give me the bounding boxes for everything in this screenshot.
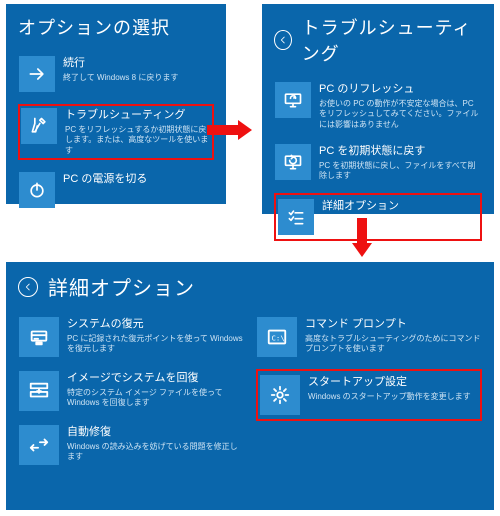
option-text: コマンド プロンプト 高度なトラブルシューティングのためにコマンド プロンプトを… xyxy=(305,317,481,355)
option-text: 詳細オプション xyxy=(322,199,399,214)
panel-header: オプションの選択 xyxy=(18,14,214,40)
option-title: PC の電源を切る xyxy=(63,173,147,187)
option-advanced[interactable]: 詳細オプション xyxy=(274,193,482,241)
option-title: イメージでシステムを回復 xyxy=(67,372,243,386)
option-title: PC を初期状態に戻す xyxy=(319,145,481,159)
option-text: 続行 終了して Windows 8 に戻ります xyxy=(63,56,178,83)
option-text: PC のリフレッシュ お使いの PC の動作が不安定な場合は、PC をリフレッシ… xyxy=(319,82,481,130)
panel-title: 詳細オプション xyxy=(48,272,195,301)
svg-text:C:\: C:\ xyxy=(272,334,285,343)
power-icon xyxy=(19,172,55,208)
option-text: スタートアップ設定 Windows のスタートアップ動作を変更します xyxy=(308,375,471,402)
col-right: C:\ コマンド プロンプト 高度なトラブルシューティングのためにコマンド プロ… xyxy=(256,315,482,477)
option-text: PC の電源を切る xyxy=(63,172,147,187)
option-text: PC を初期状態に戻す PC を初期状態に戻し、ファイルをすべて削除します xyxy=(319,144,481,182)
back-icon[interactable] xyxy=(274,30,292,50)
option-desc: 高度なトラブルシューティングのためにコマンド プロンプトを使います xyxy=(305,334,481,355)
option-title: トラブルシューティング xyxy=(65,109,211,123)
tools-icon xyxy=(21,108,57,144)
option-title: システムの復元 xyxy=(67,318,243,332)
option-shutdown[interactable]: PC の電源を切る xyxy=(18,170,214,210)
panel-header: トラブルシューティング xyxy=(274,14,482,66)
option-desc: Windows のスタートアップ動作を変更します xyxy=(308,392,471,402)
col-left: システムの復元 PC に記録された復元ポイントを使って Windows を復元し… xyxy=(18,315,244,477)
option-text: イメージでシステムを回復 特定のシステム イメージ ファイルを使って Windo… xyxy=(67,371,243,409)
option-desc: お使いの PC の動作が不安定な場合は、PC をリフレッシュしてみてください。フ… xyxy=(319,99,481,130)
option-reset-pc[interactable]: PC を初期状態に戻す PC を初期状態に戻し、ファイルをすべて削除します xyxy=(274,142,482,184)
option-continue[interactable]: 続行 終了して Windows 8 に戻ります xyxy=(18,54,214,94)
cmd-icon: C:\ xyxy=(257,317,297,357)
option-text: システムの復元 PC に記録された復元ポイントを使って Windows を復元し… xyxy=(67,317,243,355)
option-desc: 特定のシステム イメージ ファイルを使って Windows を回復します xyxy=(67,388,243,409)
option-troubleshoot[interactable]: トラブルシューティング PC をリフレッシュするか初期状態に戻します。または、高… xyxy=(18,104,214,160)
gear-icon xyxy=(260,375,300,415)
option-title: コマンド プロンプト xyxy=(305,318,481,332)
option-title: 詳細オプション xyxy=(322,200,399,214)
option-text: トラブルシューティング PC をリフレッシュするか初期状態に戻します。または、高… xyxy=(65,108,211,156)
auto-repair-icon xyxy=(19,425,59,465)
option-text: 自動修復 Windows の読み込みを妨げている問題を修正します xyxy=(67,425,243,463)
refresh-pc-icon xyxy=(275,82,311,118)
panel-header: 詳細オプション xyxy=(18,272,482,301)
option-cmd-prompt[interactable]: C:\ コマンド プロンプト 高度なトラブルシューティングのためにコマンド プロ… xyxy=(256,315,482,359)
panel-advanced-options: 詳細オプション システムの復元 PC に記録された復元ポイントを使って Wind… xyxy=(6,262,494,510)
reset-pc-icon xyxy=(275,144,311,180)
panel-troubleshoot: トラブルシューティング PC のリフレッシュ お使いの PC の動作が不安定な場… xyxy=(262,4,494,214)
option-desc: PC をリフレッシュするか初期状態に戻します。または、高度なツールを使います xyxy=(65,125,211,156)
restore-icon xyxy=(19,317,59,357)
option-image-recovery[interactable]: イメージでシステムを回復 特定のシステム イメージ ファイルを使って Windo… xyxy=(18,369,244,413)
image-recovery-icon xyxy=(19,371,59,411)
option-startup-settings[interactable]: スタートアップ設定 Windows のスタートアップ動作を変更します xyxy=(256,369,482,421)
arrow-right-icon xyxy=(19,56,55,92)
option-title: 自動修復 xyxy=(67,426,243,440)
panel-choose-option: オプションの選択 続行 終了して Windows 8 に戻ります トラブルシュー… xyxy=(6,4,226,204)
panel-body: システムの復元 PC に記録された復元ポイントを使って Windows を復元し… xyxy=(18,315,482,477)
option-refresh-pc[interactable]: PC のリフレッシュ お使いの PC の動作が不安定な場合は、PC をリフレッシ… xyxy=(274,80,482,132)
panel-title: オプションの選択 xyxy=(18,14,170,40)
back-icon[interactable] xyxy=(18,277,38,297)
option-desc: 終了して Windows 8 に戻ります xyxy=(63,73,178,83)
option-title: PC のリフレッシュ xyxy=(319,83,481,97)
option-desc: Windows の読み込みを妨げている問題を修正します xyxy=(67,442,243,463)
option-system-restore[interactable]: システムの復元 PC に記録された復元ポイントを使って Windows を復元し… xyxy=(18,315,244,359)
option-desc: PC を初期状態に戻し、ファイルをすべて削除します xyxy=(319,161,481,182)
checklist-icon xyxy=(278,199,314,235)
option-title: 続行 xyxy=(63,57,178,71)
option-title: スタートアップ設定 xyxy=(308,376,471,390)
option-auto-repair[interactable]: 自動修復 Windows の読み込みを妨げている問題を修正します xyxy=(18,423,244,467)
option-desc: PC に記録された復元ポイントを使って Windows を復元します xyxy=(67,334,243,355)
panel-title: トラブルシューティング xyxy=(302,14,482,66)
